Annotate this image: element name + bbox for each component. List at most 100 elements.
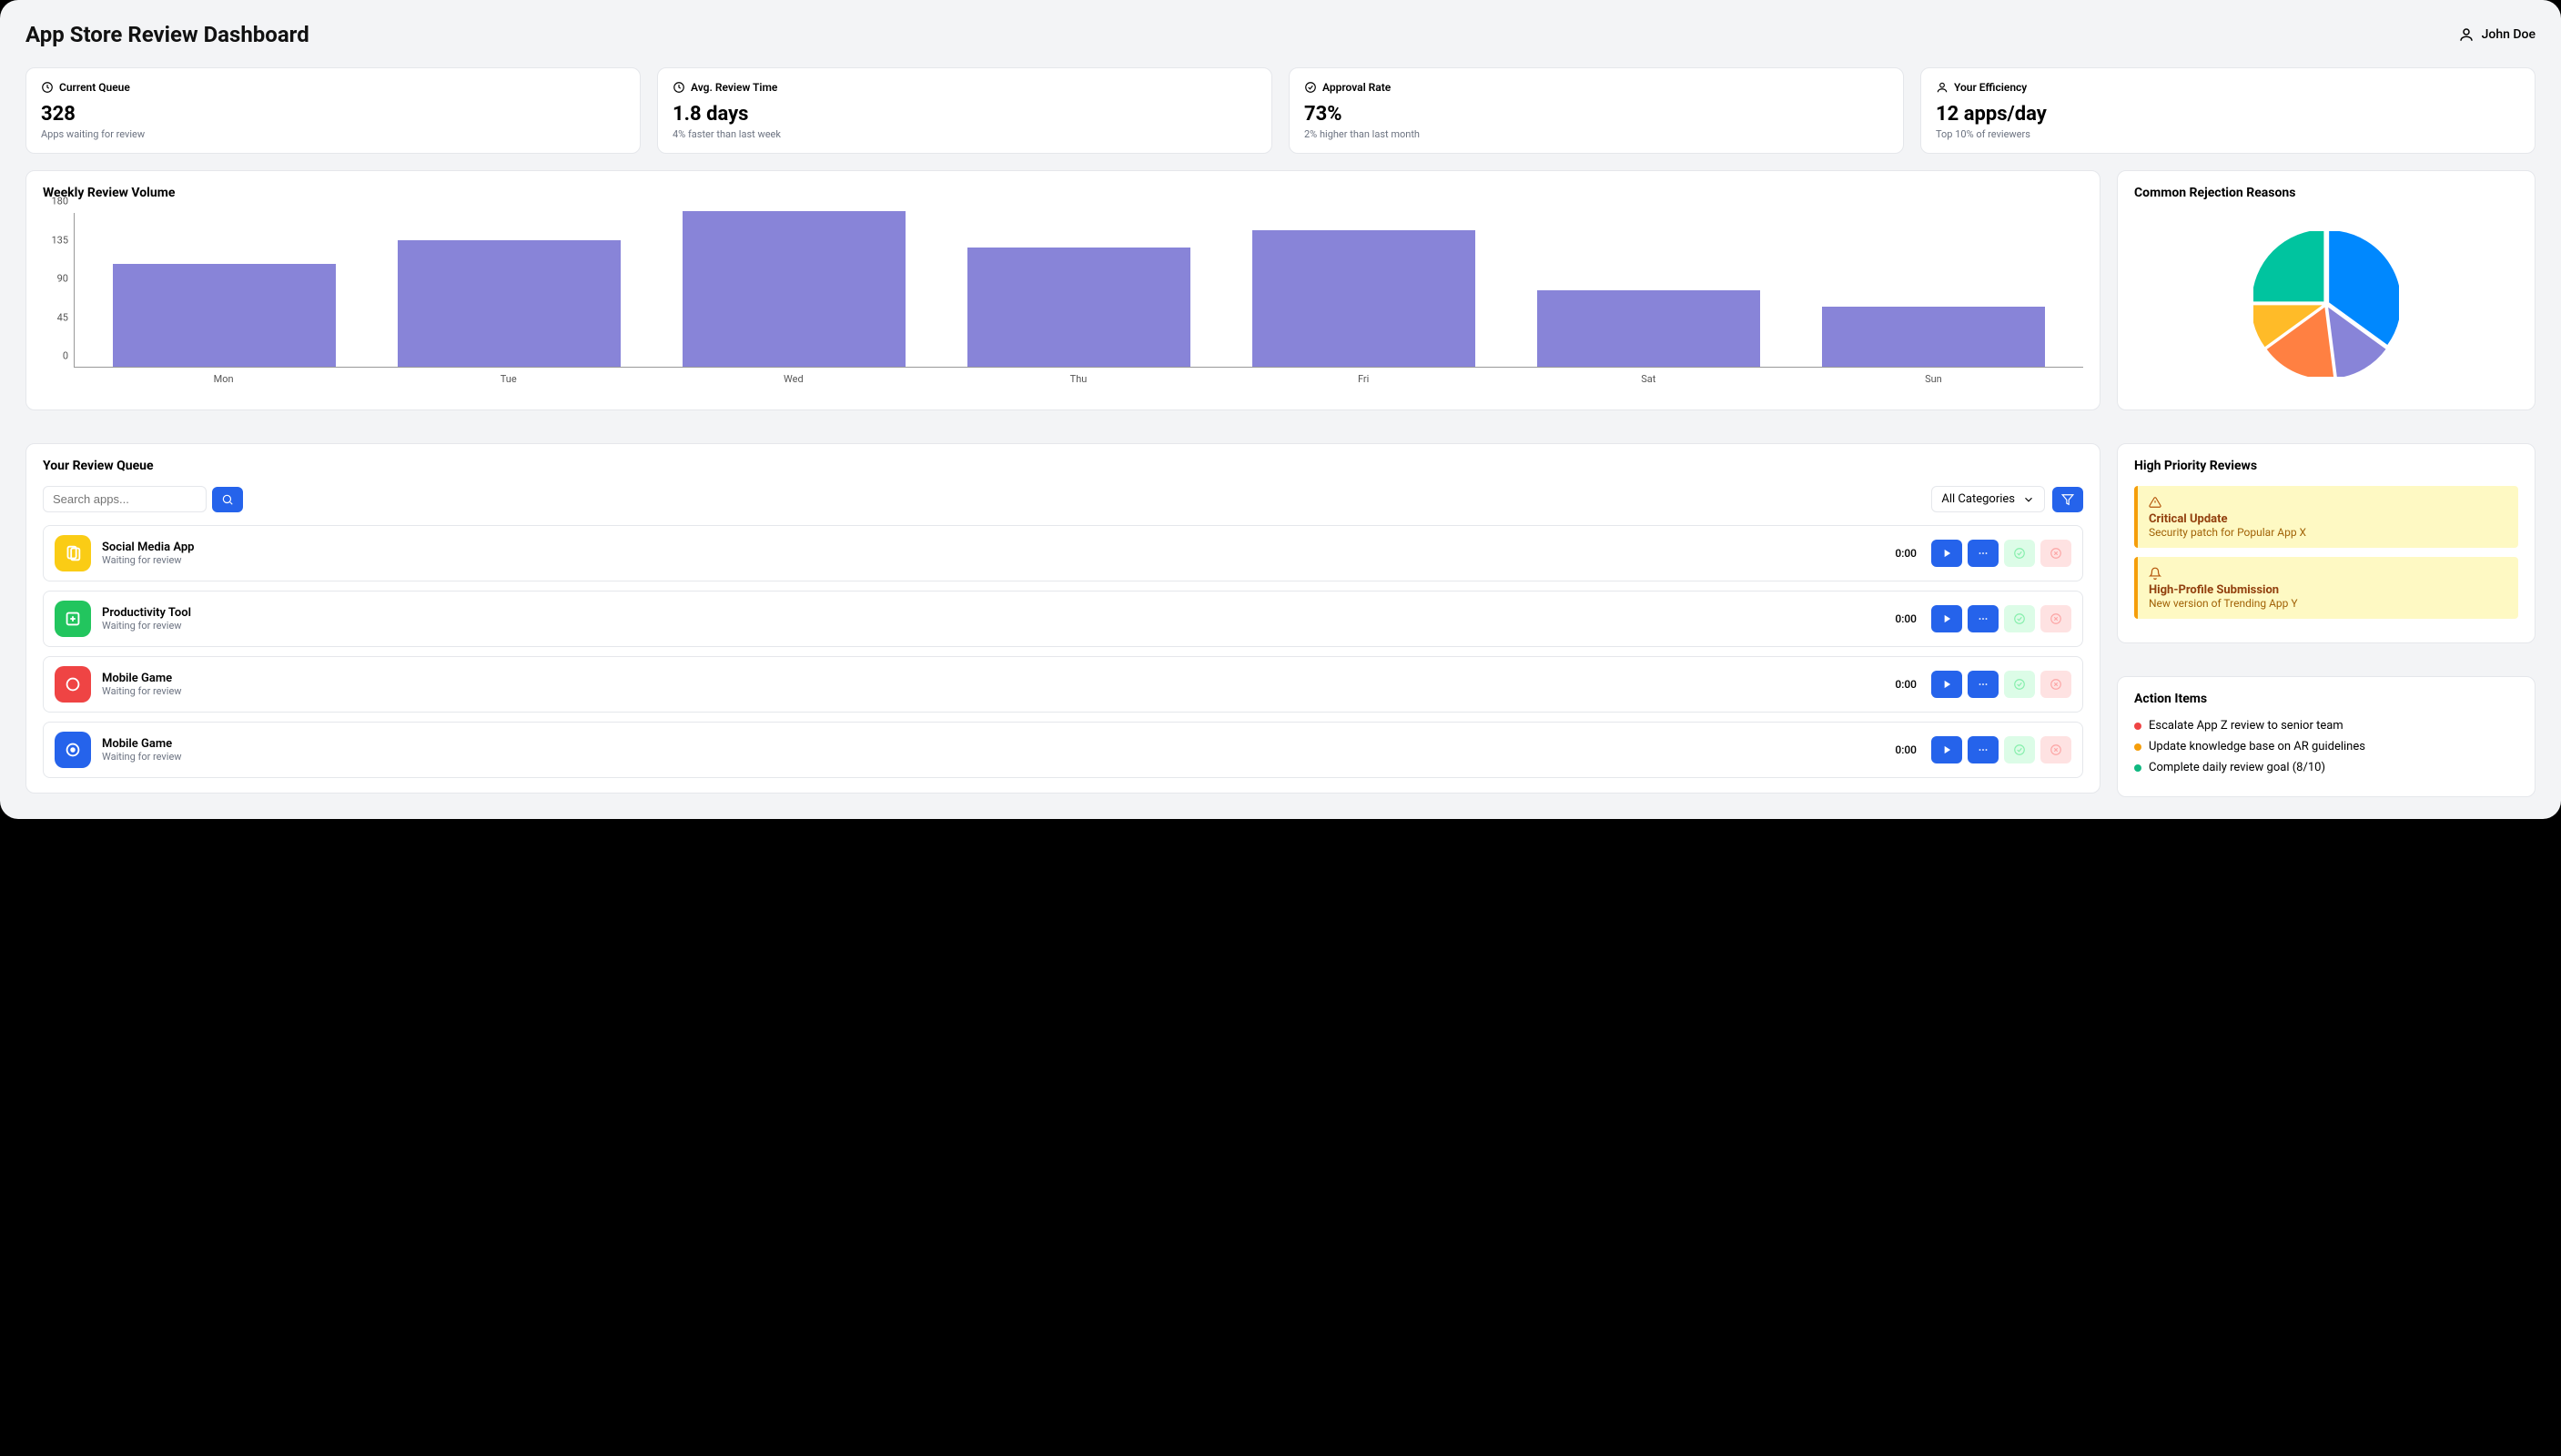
stat-title: Avg. Review Time xyxy=(691,81,777,94)
chevron-down-icon xyxy=(2022,493,2035,506)
approve-button[interactable] xyxy=(2004,540,2035,567)
stat-card: Current Queue 328 Apps waiting for revie… xyxy=(25,67,641,154)
queue-item: Social Media App Waiting for review 0:00 xyxy=(43,525,2083,581)
user-icon xyxy=(1936,81,1949,94)
stat-value: 1.8 days xyxy=(673,103,1257,126)
action-item: Escalate App Z review to senior team xyxy=(2134,719,2518,733)
action-text: Update knowledge base on AR guidelines xyxy=(2149,740,2365,753)
filter-button[interactable] xyxy=(2052,487,2083,512)
stat-title: Current Queue xyxy=(59,81,130,94)
y-axis-tick: 135 xyxy=(51,234,68,246)
category-select[interactable]: All Categories xyxy=(1931,486,2045,512)
card-title: Weekly Review Volume xyxy=(43,186,2083,200)
x-axis-label: Sun xyxy=(1791,373,2076,385)
action-items-card: Action Items Escalate App Z review to se… xyxy=(2117,676,2536,797)
card-title: Your Review Queue xyxy=(43,459,2083,473)
app-icon xyxy=(55,666,91,703)
more-button[interactable] xyxy=(1968,540,1999,567)
reject-button[interactable] xyxy=(2040,671,2071,698)
card-title: High Priority Reviews xyxy=(2134,459,2518,473)
weekly-review-volume-card: Weekly Review Volume 04590135180 MonTueW… xyxy=(25,170,2100,410)
chart-bar xyxy=(113,264,335,367)
stat-subtitle: 4% faster than last week xyxy=(673,128,1257,140)
chart-bar xyxy=(1822,307,2044,367)
stat-subtitle: Apps waiting for review xyxy=(41,128,625,140)
pie-chart xyxy=(2253,231,2399,377)
search-button[interactable] xyxy=(212,487,243,512)
x-axis-label: Wed xyxy=(651,373,936,385)
play-button[interactable] xyxy=(1931,540,1962,567)
app-icon xyxy=(55,732,91,768)
x-axis-label: Mon xyxy=(81,373,366,385)
review-timer: 0:00 xyxy=(1895,547,1917,560)
priority-dot-green xyxy=(2134,764,2141,772)
x-axis-label: Fri xyxy=(1221,373,1506,385)
more-button[interactable] xyxy=(1968,605,1999,632)
x-axis-label: Thu xyxy=(936,373,1220,385)
app-name: Social Media App xyxy=(102,541,1884,554)
filter-icon xyxy=(2061,493,2074,506)
clock-icon xyxy=(673,81,685,94)
chart-bar xyxy=(1537,290,1759,368)
pie-slice xyxy=(2253,231,2324,302)
y-axis-tick: 90 xyxy=(57,273,68,285)
stat-title: Your Efficiency xyxy=(1954,81,2027,94)
app-name: Mobile Game xyxy=(102,672,1884,685)
review-timer: 0:00 xyxy=(1895,743,1917,756)
user-profile[interactable]: John Doe xyxy=(2458,26,2536,43)
action-text: Escalate App Z review to senior team xyxy=(2149,719,2343,733)
play-button[interactable] xyxy=(1931,605,1962,632)
app-status: Waiting for review xyxy=(102,751,1884,763)
stat-subtitle: 2% higher than last month xyxy=(1304,128,1888,140)
action-item: Complete daily review goal (8/10) xyxy=(2134,761,2518,774)
reject-button[interactable] xyxy=(2040,736,2071,763)
app-status: Waiting for review xyxy=(102,620,1884,632)
card-title: Action Items xyxy=(2134,692,2518,706)
queue-item: Mobile Game Waiting for review 0:00 xyxy=(43,722,2083,778)
priority-dot-red xyxy=(2134,723,2141,730)
priority-item[interactable]: Critical Update Security patch for Popul… xyxy=(2134,486,2518,548)
app-status: Waiting for review xyxy=(102,685,1884,697)
review-timer: 0:00 xyxy=(1895,678,1917,691)
queue-item: Mobile Game Waiting for review 0:00 xyxy=(43,656,2083,713)
page-title: App Store Review Dashboard xyxy=(25,22,309,47)
chart-bar xyxy=(1252,230,1474,367)
card-title: Common Rejection Reasons xyxy=(2134,186,2518,200)
action-text: Complete daily review goal (8/10) xyxy=(2149,761,2325,774)
priority-description: Security patch for Popular App X xyxy=(2149,526,2507,539)
y-axis-tick: 45 xyxy=(57,311,68,323)
stat-card: Your Efficiency 12 apps/day Top 10% of r… xyxy=(1920,67,2536,154)
reject-button[interactable] xyxy=(2040,605,2071,632)
search-input[interactable] xyxy=(43,486,207,512)
priority-dot-yellow xyxy=(2134,743,2141,751)
check-circle-icon xyxy=(1304,81,1317,94)
approve-button[interactable] xyxy=(2004,671,2035,698)
chart-bar xyxy=(683,211,905,367)
bar-chart: 04590135180 MonTueWedThuFriSatSun xyxy=(43,213,2083,395)
approve-button[interactable] xyxy=(2004,605,2035,632)
more-button[interactable] xyxy=(1968,671,1999,698)
chart-bar xyxy=(967,248,1189,367)
app-status: Waiting for review xyxy=(102,554,1884,566)
stat-value: 328 xyxy=(41,103,625,126)
y-axis-tick: 0 xyxy=(63,350,68,362)
app-icon xyxy=(55,535,91,571)
select-value: All Categories xyxy=(1941,492,2015,506)
search-icon xyxy=(221,493,234,506)
approve-button[interactable] xyxy=(2004,736,2035,763)
y-axis-tick: 180 xyxy=(51,196,68,207)
stat-card: Avg. Review Time 1.8 days 4% faster than… xyxy=(657,67,1272,154)
action-item: Update knowledge base on AR guidelines xyxy=(2134,740,2518,753)
stat-value: 12 apps/day xyxy=(1936,103,2520,126)
stat-title: Approval Rate xyxy=(1322,81,1391,94)
more-button[interactable] xyxy=(1968,736,1999,763)
play-button[interactable] xyxy=(1931,736,1962,763)
priority-description: New version of Trending App Y xyxy=(2149,597,2507,610)
reject-button[interactable] xyxy=(2040,540,2071,567)
clock-icon xyxy=(41,81,54,94)
priority-item[interactable]: High-Profile Submission New version of T… xyxy=(2134,557,2518,619)
play-button[interactable] xyxy=(1931,671,1962,698)
stat-value: 73% xyxy=(1304,103,1888,126)
alert-triangle-icon xyxy=(2149,496,2161,509)
review-queue-card: Your Review Queue All Categories xyxy=(25,443,2100,794)
